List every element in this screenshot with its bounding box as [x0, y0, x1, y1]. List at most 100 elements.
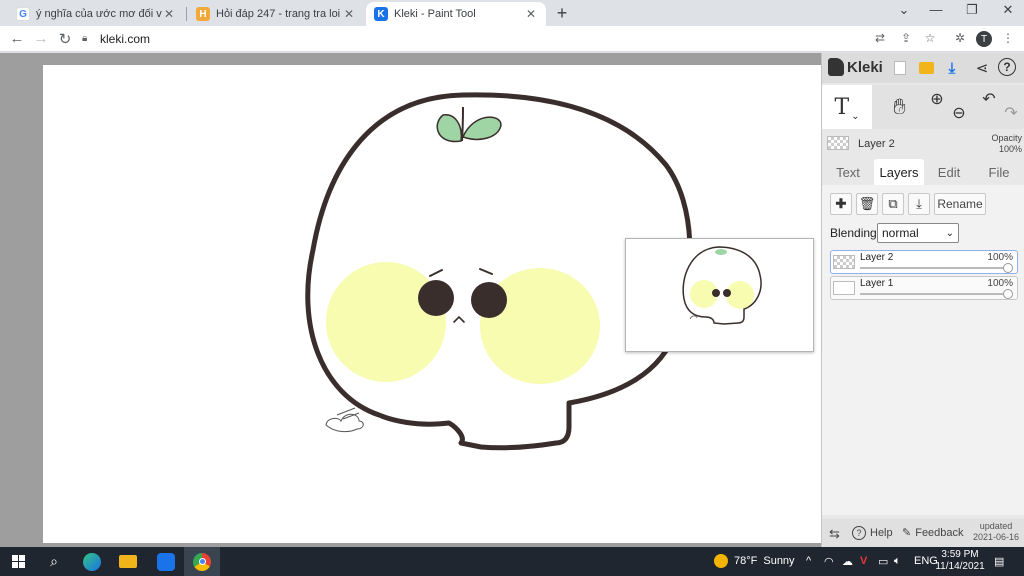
duplicate-layer-button[interactable]: ⧉ [882, 193, 904, 215]
text-tool-button[interactable]: T ⌄ [822, 85, 872, 129]
kleki-side-panel: Kleki ⤓ ⋖ ? T ⌄ ✋︎ ⊕ ⊖ ↶ ↷ Layer 2 Opacit… [821, 53, 1024, 547]
sprout-leaf-left [436, 114, 463, 143]
help-circle-icon: ? [852, 526, 866, 540]
new-image-icon[interactable] [890, 58, 910, 78]
network-icon[interactable]: ▭ [878, 555, 888, 568]
open-folder-icon[interactable] [916, 58, 936, 78]
new-tab-button[interactable]: + [552, 3, 572, 24]
bookmark-star-icon[interactable]: ☆ [922, 31, 938, 45]
swap-panel-icon[interactable]: ⇆ [829, 526, 840, 542]
search-icon[interactable]: ⌕ [36, 547, 72, 576]
preview-left-eye [712, 289, 720, 297]
browser-tab-strip: G ý nghĩa của ước mơ đối với mỗi ✕ H Hỏi… [0, 0, 1024, 26]
wifi-icon[interactable]: ◠ [824, 555, 834, 568]
chevron-down-icon: ⌄ [851, 110, 860, 122]
sun-icon [714, 554, 728, 568]
tab-hoidap[interactable]: H Hỏi đáp 247 - trang tra loi ✕ [188, 2, 364, 26]
updated-date: 2021-06-16 [972, 532, 1020, 542]
close-icon[interactable]: ✕ [162, 7, 176, 21]
hand-tool-icon[interactable]: ✋︎ [877, 85, 922, 129]
layer-row-2[interactable]: Layer 2 100% [830, 250, 1018, 274]
layer-row-1[interactable]: Layer 1 100% [830, 276, 1018, 300]
layer-opacity-slider[interactable] [860, 293, 1007, 295]
tab-kleki[interactable]: K Kleki - Paint Tool ✕ [366, 2, 546, 26]
url-text: kleki.com [100, 32, 151, 46]
volume-icon[interactable]: 🔈︎ [894, 555, 901, 568]
extensions-icon[interactable]: ✲ [952, 31, 968, 45]
tab-file[interactable]: File [976, 159, 1022, 185]
current-layer-thumbnail [827, 136, 849, 150]
hoidap-icon: H [196, 7, 210, 21]
current-layer-info: Layer 2 Opacity 100% [822, 131, 1024, 157]
tray-chevron-icon[interactable]: ^ [806, 555, 811, 567]
menu-icon[interactable]: ⋮ [1000, 31, 1016, 45]
layer-thumbnail [833, 255, 855, 269]
blending-select[interactable]: normal ⌄ [877, 223, 959, 243]
layer-opacity-handle[interactable] [1003, 263, 1013, 273]
download-icon[interactable]: ⤓ [942, 58, 962, 78]
feedback-icon: ✎ [902, 527, 912, 539]
layer-opacity-slider[interactable] [860, 267, 1007, 269]
tab-separator [186, 7, 187, 21]
forward-icon[interactable]: → [32, 30, 50, 47]
preview-right-eye [723, 289, 731, 297]
opacity-label: Opacity [991, 133, 1022, 143]
kleki-icon: K [374, 7, 388, 21]
tab-text[interactable]: Text [825, 159, 871, 185]
file-explorer-icon[interactable] [110, 547, 146, 576]
panel-footer: ⇆ ? Help ✎ Feedback updated 2021-06-16 [822, 519, 1024, 547]
reload-icon[interactable]: ↻ [56, 30, 74, 48]
add-layer-button[interactable]: ✚ [830, 193, 852, 215]
close-icon[interactable]: ✕ [524, 7, 538, 21]
help-icon[interactable]: ? [998, 58, 1016, 76]
zalo-icon[interactable] [148, 547, 184, 576]
current-layer-name: Layer 2 [858, 138, 895, 150]
rename-layer-button[interactable]: Rename [934, 193, 986, 215]
undo-icon[interactable]: ↶ [978, 85, 1000, 129]
zoom-out-icon[interactable]: ⊖ [948, 85, 970, 129]
canvas-preview[interactable] [625, 238, 814, 352]
chrome-icon[interactable] [184, 547, 220, 576]
tab-google-search[interactable]: G ý nghĩa của ước mơ đối với mỗi ✕ [8, 2, 184, 26]
share-icon[interactable]: ⇪ [898, 31, 914, 45]
edge-icon[interactable] [74, 547, 110, 576]
notifications-icon[interactable]: ▤ [994, 555, 1004, 568]
windows-start-icon[interactable] [0, 547, 36, 576]
weather-text: Sunny [763, 555, 795, 567]
delete-layer-button[interactable]: 🗑︎ [856, 193, 878, 215]
tab-title: ý nghĩa của ước mơ đối với mỗi [36, 8, 162, 20]
layer-opacity-handle[interactable] [1003, 289, 1013, 299]
weather-widget[interactable]: 78°F Sunny [714, 554, 795, 568]
updated-info[interactable]: updated 2021-06-16 [970, 521, 1022, 543]
tool-row: T ⌄ ✋︎ ⊕ ⊖ ↶ ↷ [822, 85, 1024, 129]
restore-icon[interactable]: ❐ [960, 2, 984, 18]
preview-drawing [682, 246, 762, 325]
close-icon[interactable]: ✕ [342, 7, 356, 21]
tab-search-icon[interactable]: ⌄ [892, 2, 916, 18]
help-link[interactable]: ? Help [852, 526, 893, 540]
profile-avatar[interactable]: T [976, 31, 992, 47]
window-close-icon[interactable]: ✕ [996, 2, 1020, 18]
merge-layer-button[interactable]: ⤓ [908, 193, 930, 215]
preview-puff [689, 315, 698, 320]
chevron-down-icon: ⌄ [945, 227, 954, 239]
redo-icon[interactable]: ↷ [1000, 85, 1022, 129]
address-bar[interactable]: 🔒︎ kleki.com [82, 29, 942, 49]
kleki-logo[interactable]: Kleki [828, 58, 883, 76]
minimize-icon[interactable]: — [924, 2, 948, 17]
translate-icon[interactable]: ⇄ [872, 31, 888, 45]
sprout-leaf-right [461, 116, 502, 141]
share-icon[interactable]: ⋖ [972, 58, 992, 78]
taskbar-clock[interactable]: 3:59 PM 11/14/2021 [930, 549, 990, 573]
tab-layers[interactable]: Layers [874, 159, 924, 185]
left-cheek [326, 262, 446, 382]
tab-edit[interactable]: Edit [926, 159, 972, 185]
onedrive-icon[interactable]: ☁ [842, 555, 853, 568]
tab-title: Hỏi đáp 247 - trang tra loi [216, 8, 341, 20]
back-icon[interactable]: ← [8, 30, 26, 47]
zoom-in-icon[interactable]: ⊕ [926, 85, 948, 129]
right-brow [479, 268, 493, 275]
clock-time: 3:59 PM [941, 549, 979, 560]
feedback-link[interactable]: ✎ Feedback [902, 526, 964, 540]
vietkey-icon[interactable]: V [860, 555, 867, 567]
